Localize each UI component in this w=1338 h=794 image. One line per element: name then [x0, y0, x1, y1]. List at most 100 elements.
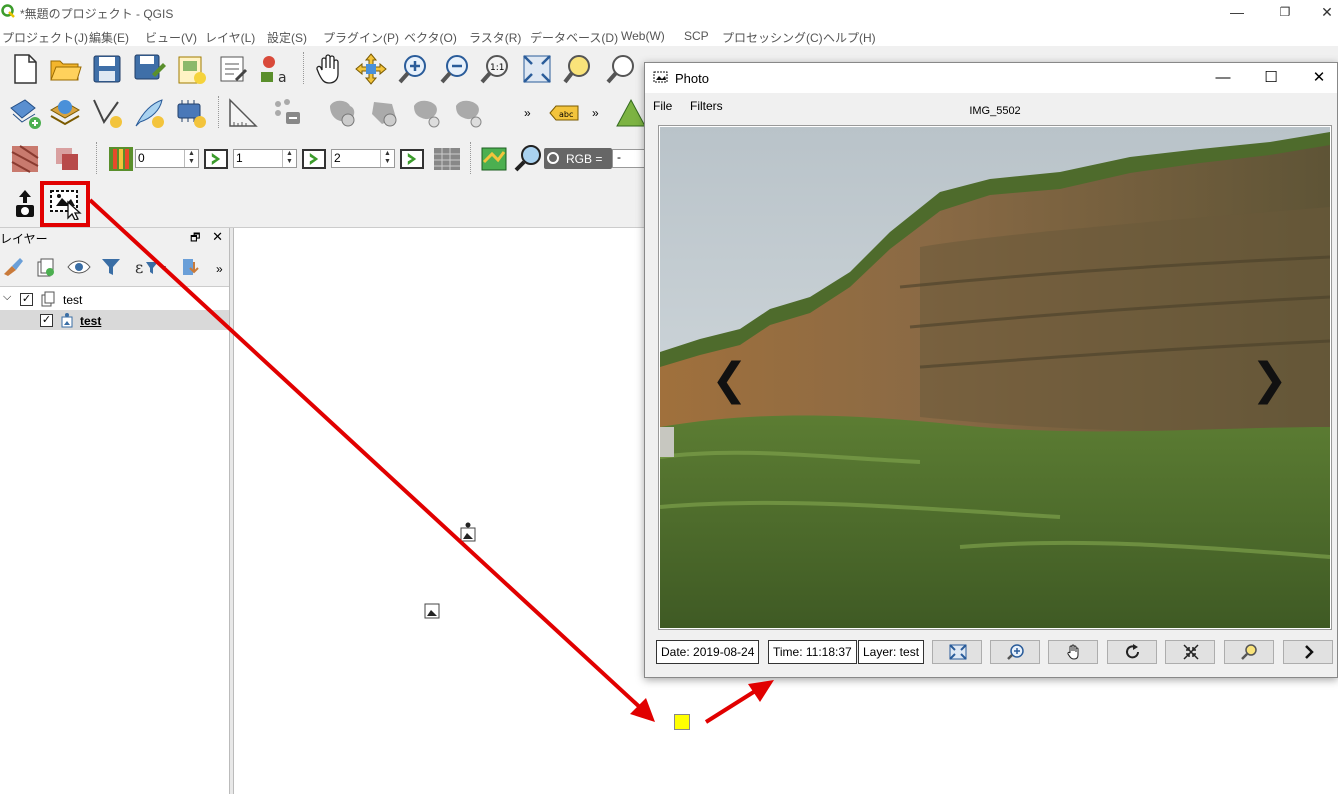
zoom-to-point-button[interactable] [932, 640, 982, 664]
zoom-native-icon[interactable]: 1:1 [478, 52, 512, 86]
layer-name[interactable]: test [80, 314, 101, 328]
open-project-icon[interactable] [48, 52, 82, 86]
band-set-icon[interactable] [104, 142, 138, 176]
close-panel-icon[interactable]: ✕ [212, 229, 223, 244]
add-group-icon[interactable] [34, 256, 56, 278]
band-red-spinbox[interactable]: 0 ▲ ▼ [135, 149, 199, 168]
fit-photo-button[interactable] [1165, 640, 1215, 664]
expand-all-icon[interactable] [180, 256, 202, 278]
toolbar-overflow-icon[interactable]: » [524, 106, 531, 120]
menu-view[interactable]: ビュー(V) [145, 29, 197, 46]
menu-vector[interactable]: ベクタ(O) [404, 29, 457, 46]
menu-plugins[interactable]: プラグイン(P) [323, 29, 399, 46]
pan-map-icon[interactable] [312, 52, 346, 86]
rgb-combobox[interactable]: - [612, 149, 646, 168]
layer-checkbox[interactable]: ✓ [40, 314, 53, 327]
menu-scp[interactable]: SCP [684, 29, 709, 43]
zoom-to-selection-icon[interactable] [562, 52, 596, 86]
previous-photo-icon[interactable]: ❮ [711, 354, 748, 405]
upload-camera-icon[interactable] [8, 186, 42, 220]
new-print-layout-icon[interactable] [174, 52, 208, 86]
group-name[interactable]: test [63, 293, 82, 307]
restore-button[interactable]: ❐ [1274, 3, 1296, 21]
zoom-photo-button[interactable] [1224, 640, 1274, 664]
band-blue-apply-button[interactable] [400, 149, 424, 169]
hand-pan-button[interactable] [1048, 640, 1098, 664]
raster-tools-icon[interactable] [50, 142, 84, 176]
photo-close-button[interactable]: ✕ [1309, 68, 1329, 88]
save-as-icon[interactable] [132, 52, 166, 86]
panel-overflow-icon[interactable]: » [216, 262, 223, 276]
band-blue-spinbox[interactable]: 2 ▲ ▼ [331, 149, 395, 168]
minimize-button[interactable]: — [1226, 3, 1248, 21]
hand-icon [1067, 644, 1079, 660]
band-green-spinbox[interactable]: 1 ▲ ▼ [233, 149, 297, 168]
filter-expression-icon[interactable]: ε [134, 256, 166, 278]
photo-point-icon[interactable] [424, 603, 440, 619]
measure-line-icon[interactable] [226, 96, 260, 130]
group-checkbox[interactable]: ✓ [20, 293, 33, 306]
menu-web[interactable]: Web(W) [621, 29, 665, 43]
digitize-feather-icon[interactable] [132, 96, 166, 130]
radio-icon[interactable] [547, 152, 559, 164]
menu-settings[interactable]: 設定(S) [267, 29, 307, 46]
menu-processing[interactable]: プロセッシング(C) [722, 29, 823, 46]
filter-legend-icon[interactable] [100, 256, 122, 278]
select-features-icon[interactable] [270, 96, 304, 130]
open-styling-icon[interactable] [2, 256, 24, 278]
roi-icon[interactable] [478, 142, 512, 176]
close-button[interactable]: ✕ [1316, 3, 1338, 21]
svg-text:1:1: 1:1 [490, 63, 504, 73]
menu-raster[interactable]: ラスタ(R) [469, 29, 521, 46]
layer-group-row[interactable]: ⌵ ✓ test [0, 289, 229, 309]
menu-help[interactable]: ヘルプ(H) [823, 29, 876, 46]
chevron-down-icon[interactable]: ⌵ [3, 291, 11, 304]
pan-to-selection-icon[interactable] [354, 52, 388, 86]
manage-visibility-icon[interactable] [66, 256, 92, 278]
save-project-icon[interactable] [90, 52, 124, 86]
pan-to-point-button[interactable] [990, 640, 1040, 664]
add-ring-icon[interactable] [410, 96, 444, 130]
simplify-feature-icon[interactable] [368, 96, 402, 130]
zoom-in-icon[interactable] [396, 52, 430, 86]
svg-text:ε: ε [135, 258, 143, 277]
chevron-right-icon [1305, 645, 1314, 659]
menu-edit[interactable]: 編集(E) [89, 29, 129, 46]
next-photo-icon[interactable]: ❯ [1251, 354, 1288, 405]
new-project-icon[interactable] [8, 52, 42, 86]
layers-panel: レイヤー 🗗 ✕ ε » ⌵ ✓ test ✓ test [0, 228, 230, 794]
photo-minimize-button[interactable]: — [1213, 68, 1233, 88]
selected-point-marker[interactable] [674, 714, 690, 730]
warning-triangle-icon[interactable] [614, 96, 648, 130]
zoom-to-layer-icon[interactable] [604, 52, 638, 86]
menu-layer[interactable]: レイヤ(L) [205, 29, 255, 46]
new-temporary-layer-icon[interactable] [174, 96, 208, 130]
raster-calculator-icon[interactable] [8, 142, 42, 176]
add-raster-layer-icon[interactable] [48, 96, 82, 130]
menu-database[interactable]: データベース(D) [530, 29, 618, 46]
band-red-apply-button[interactable] [204, 149, 228, 169]
layout-manager-icon[interactable] [216, 52, 250, 86]
rotate-feature-icon[interactable] [326, 96, 360, 130]
add-vector-layer-icon[interactable] [8, 96, 42, 130]
rotate-photo-button[interactable] [1107, 640, 1157, 664]
photo-maximize-button[interactable]: ☐ [1261, 68, 1281, 88]
label-tool-icon[interactable]: abc [548, 96, 582, 130]
menu-project[interactable]: プロジェクト(J) [2, 29, 88, 46]
toolbar-overflow-icon[interactable]: » [592, 106, 599, 120]
rgb-composite-icon[interactable] [430, 142, 464, 176]
new-shapefile-layer-icon[interactable] [90, 96, 124, 130]
photo-point-icon[interactable] [460, 522, 476, 542]
layers-panel-title: レイヤー [0, 232, 48, 246]
zoom-out-icon[interactable] [438, 52, 472, 86]
zoom-preview-icon[interactable] [512, 142, 546, 176]
landscape-photo[interactable] [660, 127, 1330, 628]
layer-row[interactable]: ✓ test [0, 310, 229, 330]
fill-ring-icon[interactable] [452, 96, 486, 130]
float-panel-icon[interactable]: 🗗 [190, 232, 200, 244]
band-green-apply-button[interactable] [302, 149, 326, 169]
style-manager-icon[interactable]: a [258, 52, 292, 86]
zoom-full-icon[interactable] [520, 52, 554, 86]
next-photo-button[interactable] [1283, 640, 1333, 664]
point-layer-icon [61, 313, 73, 328]
